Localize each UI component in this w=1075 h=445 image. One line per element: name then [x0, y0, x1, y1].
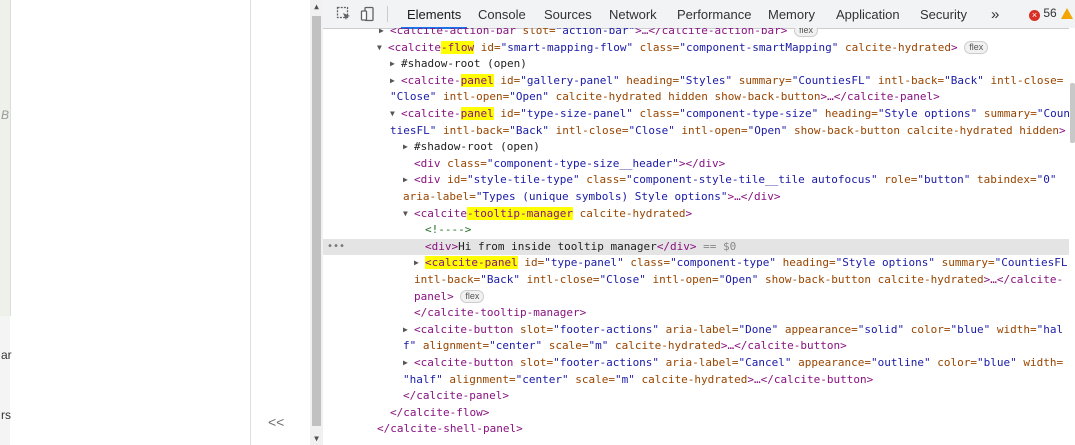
tab-memory[interactable]: Memory	[768, 0, 815, 28]
tree-node[interactable]: ▼ <calcite-flow id="smart-mapping-flow" c…	[323, 40, 1069, 57]
tab-sources[interactable]: Sources	[544, 0, 592, 28]
page-scrollbar[interactable]: ▲ ▼	[310, 0, 323, 445]
error-count: 56	[1043, 6, 1057, 20]
panel-divider	[250, 0, 251, 445]
map-edge	[0, 0, 11, 316]
tab-application[interactable]: Application	[836, 0, 900, 28]
tree-node[interactable]: ▶ <calcite-button slot="footer-actions" a…	[323, 355, 1069, 372]
tree-node[interactable]: ▶ <calcite-panel id="type-panel" class="c…	[323, 255, 1069, 272]
tree-node[interactable]: </calcite-panel>	[323, 388, 1069, 405]
tree-node[interactable]: ▶ <calcite-action-bar slot="action-bar">……	[323, 28, 1069, 40]
map-label-fragment: B	[1, 108, 10, 122]
panel-text-fragment-2: rs	[1, 408, 11, 422]
tree-node[interactable]: ▶ <calcite-button slot="footer-actions" a…	[323, 322, 1069, 339]
scroll-up-arrow-icon[interactable]: ▲	[310, 2, 323, 11]
map-edge-lower	[0, 316, 10, 445]
panel-text-fragment: ar	[1, 348, 12, 362]
tree-node-selected[interactable]: ••• <div>Hi from inside tooltip manager</…	[323, 238, 1069, 256]
tree-node[interactable]: </calcite-shell-panel>	[323, 421, 1069, 438]
collapse-panel-button[interactable]: <<	[268, 414, 284, 430]
tree-node[interactable]: ▼ <calcite-tooltip-manager calcite-hydrat…	[323, 206, 1069, 223]
devtools-panel: Elements Console Sources Network Perform…	[323, 0, 1075, 445]
app-side-panel: B ar rs <<	[0, 0, 310, 445]
tree-node[interactable]: ▶ <div id="style-tile-type" class="compon…	[323, 172, 1069, 189]
more-tabs-chevron-icon[interactable]: »	[991, 0, 999, 28]
flex-badge[interactable]: flex	[964, 40, 989, 54]
warning-icon[interactable]	[1061, 8, 1073, 19]
tree-node[interactable]: <div class="component-type-size__header"…	[323, 156, 1069, 173]
tree-node-wrap[interactable]: intl-back="Back" intl-close="Close" intl…	[323, 272, 1069, 289]
tree-node[interactable]: ▶ #shadow-root (open)	[323, 139, 1069, 156]
error-counter[interactable]: × 56	[1029, 6, 1057, 22]
elements-tree[interactable]: ▶ <calcite-action-bar slot="action-bar">……	[323, 28, 1069, 445]
elements-scrollbar-thumb[interactable]	[1070, 83, 1075, 143]
elements-scrollbar[interactable]	[1069, 28, 1075, 445]
tree-node[interactable]: </calcite-tooltip-manager>	[323, 305, 1069, 322]
tree-node[interactable]: ▶ #shadow-root (open)	[323, 56, 1069, 73]
tree-node[interactable]: ▶ <calcite-panel id="gallery-panel" headi…	[323, 73, 1069, 90]
tree-node-wrap[interactable]: "half" alignment="center" scale="m" calc…	[323, 372, 1069, 389]
error-icon: ×	[1029, 10, 1040, 21]
tree-node-wrap[interactable]: panel> flex	[323, 289, 1069, 306]
devtools-tabbar: Elements Console Sources Network Perform…	[323, 0, 1075, 29]
inspect-element-icon[interactable]	[336, 6, 352, 22]
flex-badge[interactable]: flex	[460, 289, 485, 303]
tree-node-wrap[interactable]: aria-label="Types (unique symbols) Style…	[323, 189, 1069, 206]
tree-node-wrap[interactable]: "Close" intl-open="Open" calcite-hydrate…	[323, 89, 1069, 106]
tab-console[interactable]: Console	[478, 0, 526, 28]
tree-node-wrap[interactable]: f" alignment="center" scale="m" calcite-…	[323, 338, 1069, 355]
scrollbar-thumb[interactable]	[312, 16, 321, 426]
tab-network[interactable]: Network	[609, 0, 657, 28]
tree-node[interactable]: <!---->	[323, 222, 1069, 239]
node-actions-icon[interactable]: •••	[327, 239, 345, 256]
toolbar-separator	[387, 6, 388, 22]
tree-node[interactable]: </calcite-flow>	[323, 405, 1069, 422]
scroll-down-arrow-icon[interactable]: ▼	[310, 434, 323, 443]
tab-performance[interactable]: Performance	[677, 0, 751, 28]
tree-node-wrap[interactable]: tiesFL" intl-back="Back" intl-close="Clo…	[323, 123, 1069, 140]
device-toolbar-icon[interactable]	[360, 6, 376, 22]
flex-badge[interactable]: flex	[794, 28, 819, 37]
tab-security[interactable]: Security	[920, 0, 967, 28]
tree-node[interactable]: ▼ <calcite-panel id="type-size-panel" cla…	[323, 106, 1069, 123]
expanded-triangle-icon: ▼	[377, 42, 382, 52]
tab-elements[interactable]: Elements	[400, 0, 468, 29]
